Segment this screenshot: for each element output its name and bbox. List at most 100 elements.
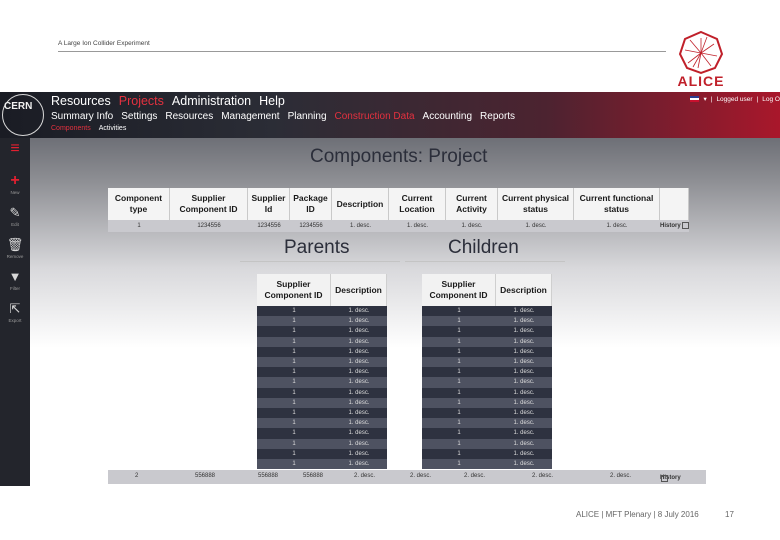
submenu-management[interactable]: Management bbox=[221, 111, 279, 122]
menu-help[interactable]: Help bbox=[259, 94, 285, 108]
table-row[interactable]: 1 1. desc. bbox=[422, 387, 552, 398]
sidebar-menu[interactable]: ≡ bbox=[0, 141, 30, 157]
edit-icon: ✎ bbox=[9, 205, 21, 220]
table-cell: 1. desc. bbox=[496, 357, 552, 368]
table-cell: 1 bbox=[422, 438, 496, 449]
table-row[interactable]: 1 1. desc. bbox=[422, 408, 552, 419]
menu-resources[interactable]: Resources bbox=[51, 94, 111, 108]
column-header[interactable]: Supplier Id bbox=[248, 188, 290, 220]
table-row[interactable]: 1 1. desc. bbox=[257, 418, 387, 429]
table-cell: 2. desc. bbox=[532, 473, 554, 479]
table-row[interactable]: 1 1. desc. bbox=[257, 326, 387, 337]
table-row[interactable]: 1 1. desc. bbox=[422, 316, 552, 327]
submenu-summary-info[interactable]: Summary Info bbox=[51, 111, 113, 122]
table-row[interactable]: 1 1. desc. bbox=[257, 448, 387, 460]
column-header[interactable]: Supplier Component ID bbox=[422, 274, 496, 306]
table-cell: 1 bbox=[257, 428, 331, 439]
sidebar-label: Export bbox=[8, 318, 22, 323]
table-cell: 1. desc. bbox=[331, 336, 387, 347]
column-header[interactable]: Component type bbox=[108, 188, 170, 220]
menu-administration[interactable]: Administration bbox=[172, 94, 251, 108]
table-cell: 1 bbox=[422, 418, 496, 429]
table-cell: 2 bbox=[135, 473, 139, 479]
children-table: Supplier Component ID Description 1 1. de… bbox=[422, 274, 552, 470]
sidebar-label: Edit bbox=[11, 222, 19, 227]
table-row[interactable]: 1 1. desc. bbox=[422, 377, 552, 388]
table-row[interactable]: 1 1. desc. bbox=[257, 387, 387, 398]
table-row[interactable]: 1 1. desc. bbox=[257, 357, 387, 368]
sidebar-export[interactable]: ⇱ Export bbox=[0, 301, 30, 324]
children-title-underline bbox=[405, 261, 565, 262]
table-cell: 1 bbox=[422, 346, 496, 358]
table-cell: 1. desc. bbox=[331, 438, 387, 449]
table-row[interactable]: 1 1. desc. bbox=[422, 357, 552, 368]
table-row[interactable]: 1 1. desc. bbox=[257, 346, 387, 358]
table-cell: 1 bbox=[257, 367, 331, 378]
tab-components[interactable]: Components bbox=[51, 125, 91, 132]
table-cell: 1 bbox=[422, 459, 496, 470]
menu-projects[interactable]: Projects bbox=[119, 94, 164, 108]
column-header[interactable]: Supplier Component ID bbox=[257, 274, 331, 306]
table-cell: 1 bbox=[257, 326, 331, 337]
table-cell: 1 bbox=[257, 438, 331, 449]
table-row[interactable]: 1 1. desc. bbox=[257, 397, 387, 409]
tab-activities[interactable]: Activities bbox=[99, 125, 127, 132]
column-header[interactable]: Description bbox=[332, 188, 389, 220]
table-row[interactable]: 1 1. desc. bbox=[422, 459, 552, 470]
table-row[interactable]: 1 1. desc. bbox=[257, 316, 387, 327]
table-cell: 1 bbox=[257, 346, 331, 358]
table-row[interactable]: 1 1. desc. bbox=[422, 326, 552, 337]
table-row[interactable]: 1 1. desc. bbox=[422, 346, 552, 358]
language-dropdown-icon[interactable]: ▾ bbox=[703, 95, 706, 103]
table-row[interactable]: 1 1. desc. bbox=[422, 438, 552, 449]
sidebar-remove[interactable]: 🗑 Remove bbox=[0, 238, 30, 260]
table-row[interactable]: 1 1. desc. bbox=[257, 459, 387, 470]
table-row[interactable]: 1 1. desc. bbox=[422, 448, 552, 460]
submenu-resources[interactable]: Resources bbox=[165, 111, 213, 122]
table-cell: 1 bbox=[422, 408, 496, 419]
table-row[interactable]: 1 1. desc. bbox=[422, 418, 552, 429]
table-row[interactable]: 2 556888 556888 556888 2. desc. 2. desc.… bbox=[108, 470, 706, 484]
table-cell: 1. desc. bbox=[496, 397, 552, 409]
logged-user-name[interactable]: Logged user bbox=[716, 96, 752, 103]
column-header[interactable]: Current Activity bbox=[446, 188, 498, 220]
sidebar-edit[interactable]: ✎ Edit bbox=[0, 205, 30, 228]
logout-link[interactable]: Log O bbox=[762, 96, 780, 103]
table-row[interactable]: 1 1. desc. bbox=[422, 428, 552, 439]
submenu-accounting[interactable]: Accounting bbox=[423, 111, 472, 122]
table-row[interactable]: 1 1. desc. bbox=[422, 397, 552, 409]
submenu-planning[interactable]: Planning bbox=[288, 111, 327, 122]
sidebar-filter[interactable]: ▼ Filter bbox=[0, 270, 30, 292]
construction-data-menu: Components Activities bbox=[51, 125, 126, 132]
table-row[interactable]: 1 1. desc. bbox=[257, 438, 387, 449]
column-header[interactable]: Current functional status bbox=[574, 188, 660, 220]
table-row[interactable]: 1 1. desc. bbox=[422, 306, 552, 317]
table-row[interactable]: 1 1234556 1234556 1234556 1. desc. 1. de… bbox=[108, 220, 689, 232]
table-row[interactable]: 1 1. desc. bbox=[257, 408, 387, 419]
table-cell: 1 bbox=[422, 326, 496, 337]
column-header[interactable]: Description bbox=[496, 274, 552, 306]
column-header[interactable]: Current Location bbox=[389, 188, 446, 220]
table-row[interactable]: 1 1. desc. bbox=[257, 336, 387, 347]
table-row[interactable]: 1 1. desc. bbox=[422, 367, 552, 378]
table-cell: 1. desc. bbox=[332, 220, 389, 232]
uk-flag-icon[interactable] bbox=[690, 96, 700, 102]
submenu-reports[interactable]: Reports bbox=[480, 111, 515, 122]
table-row[interactable]: 1 1. desc. bbox=[257, 306, 387, 317]
submenu-settings[interactable]: Settings bbox=[121, 111, 157, 122]
sidebar-label: New bbox=[10, 190, 20, 195]
export-icon: ⇱ bbox=[9, 301, 21, 316]
column-header[interactable]: Current physical status bbox=[498, 188, 574, 220]
column-header[interactable]: Package ID bbox=[290, 188, 332, 220]
history-button[interactable]: History bbox=[660, 220, 689, 232]
table-row[interactable]: 1 1. desc. bbox=[257, 428, 387, 439]
column-header[interactable]: Description bbox=[331, 274, 387, 306]
top-navigation-bar: CERN Resources Projects Administration H… bbox=[0, 92, 780, 138]
table-row[interactable]: 1 1. desc. bbox=[422, 336, 552, 347]
user-bar: ▾ | Logged user | Log O bbox=[690, 95, 780, 103]
table-row[interactable]: 1 1. desc. bbox=[257, 377, 387, 388]
column-header[interactable]: Supplier Component ID bbox=[170, 188, 248, 220]
submenu-construction-data[interactable]: Construction Data bbox=[335, 111, 415, 122]
sidebar-new[interactable]: + New bbox=[0, 173, 30, 196]
table-row[interactable]: 1 1. desc. bbox=[257, 367, 387, 378]
